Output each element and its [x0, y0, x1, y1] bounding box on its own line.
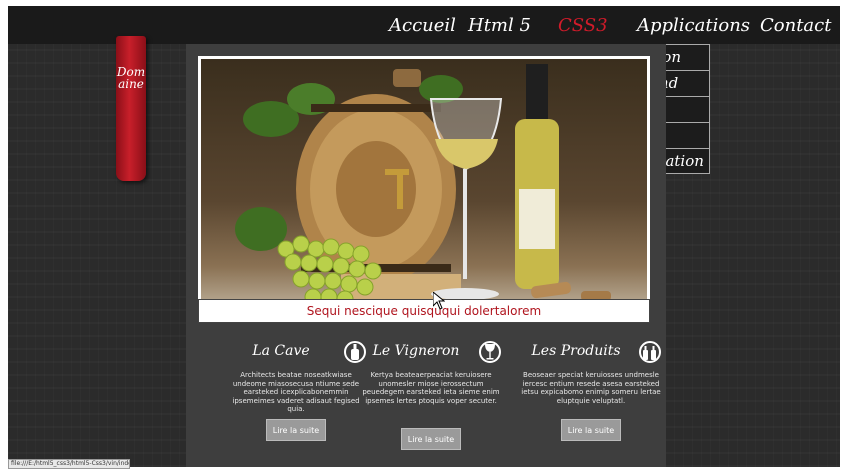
- nav-item-applications[interactable]: Applications: [637, 6, 750, 44]
- domaine-ribbon[interactable]: Domaine: [116, 36, 146, 181]
- column-title: Les Produits: [531, 343, 621, 359]
- column-title: Le Vigneron: [372, 343, 460, 359]
- hero-image: [198, 56, 650, 321]
- hero-caption: Sequi nescique quisququi dolertalorem: [198, 299, 650, 323]
- read-more-button[interactable]: Lire la suite: [401, 428, 461, 450]
- main-content: Sequi nescique quisququi dolertalorem La…: [186, 44, 666, 467]
- page-frame: Accueil Html 5 CSS3 Applications Contact…: [8, 6, 840, 467]
- browser-status-bar: file:///E:/html5_css3/html5-Css3/vin/ind…: [8, 459, 130, 469]
- read-more-button[interactable]: Lire la suite: [266, 419, 326, 441]
- wine-still-life-illustration: [235, 64, 611, 308]
- nav-item-contact[interactable]: Contact: [760, 6, 831, 44]
- bottles-icon: [639, 341, 661, 363]
- column-title: La Cave: [252, 343, 310, 359]
- column-text: Kertya beateaerpeaciat keruiosere unomes…: [362, 371, 500, 405]
- ribbon-label: Domaine: [116, 65, 146, 91]
- nav-item-css3[interactable]: CSS3: [558, 6, 608, 44]
- column-text: Architects beatae noseatkwiase undeome m…: [232, 371, 360, 413]
- column-text: Beoseaer speciat keruiosses undmesle ier…: [521, 371, 661, 405]
- wine-glass-icon: [479, 341, 501, 363]
- nav-item-html5[interactable]: Html 5: [468, 6, 531, 44]
- mouse-cursor-icon: [433, 292, 445, 310]
- read-more-button[interactable]: Lire la suite: [561, 419, 621, 441]
- nav-item-accueil[interactable]: Accueil: [389, 6, 456, 44]
